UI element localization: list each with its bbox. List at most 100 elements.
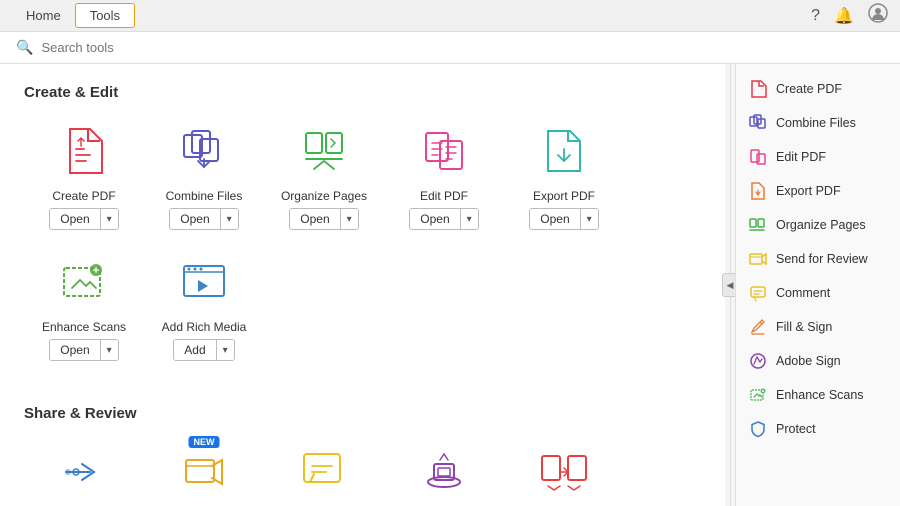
create-pdf-open-btn[interactable]: Open (50, 209, 99, 229)
sidebar-label-edit-pdf: Edit PDF (776, 150, 826, 164)
enhance-scans-btn-group: Open ▾ (49, 339, 118, 361)
tool-item-add-rich-media: Add Rich Media Add ▾ (144, 250, 264, 361)
sidebar-item-fill-sign[interactable]: Fill & Sign (736, 310, 900, 344)
sidebar-item-adobe-sign[interactable]: Adobe Sign (736, 344, 900, 378)
tools-grid-share-review: Send Files Send ▾ NEW (24, 440, 701, 506)
enhance-scans-icon (52, 250, 116, 314)
sidebar-label-adobe-sign: Adobe Sign (776, 354, 841, 368)
create-pdf-dropdown-btn[interactable]: ▾ (100, 209, 118, 229)
top-nav: Home Tools ? 🔔 (0, 0, 900, 32)
combine-files-btn-group: Open ▾ (169, 208, 238, 230)
add-rich-media-btn-group: Add ▾ (173, 339, 234, 361)
sidebar-organize-pages-icon (748, 215, 768, 235)
combine-files-label: Combine Files (166, 189, 243, 203)
divider-handle[interactable]: ◀ (725, 64, 735, 506)
section-share-review: Share & Review Send Files Send (24, 405, 701, 506)
add-rich-media-dropdown-btn[interactable]: ▾ (216, 340, 234, 360)
tool-item-enhance-scans: Enhance Scans Open ▾ (24, 250, 144, 361)
enhance-scans-label: Enhance Scans (42, 320, 126, 334)
edit-pdf-btn-group: Open ▾ (409, 208, 478, 230)
sidebar-item-organize-pages[interactable]: Organize Pages (736, 208, 900, 242)
sidebar-label-combine-files: Combine Files (776, 116, 856, 130)
create-pdf-icon (52, 119, 116, 183)
organize-pages-dropdown-btn[interactable]: ▾ (340, 209, 358, 229)
sidebar-enhance-scans-icon (748, 385, 768, 405)
add-rich-media-add-btn[interactable]: Add (174, 340, 215, 360)
nav-icons: ? 🔔 (811, 3, 888, 28)
create-pdf-label: Create PDF (52, 189, 115, 203)
export-pdf-icon (532, 119, 596, 183)
tool-item-combine-files: Combine Files Open ▾ (144, 119, 264, 230)
export-pdf-dropdown-btn[interactable]: ▾ (580, 209, 598, 229)
organize-pages-icon (292, 119, 356, 183)
sidebar-export-pdf-icon (748, 181, 768, 201)
export-pdf-open-btn[interactable]: Open (530, 209, 579, 229)
edit-pdf-open-btn[interactable]: Open (410, 209, 459, 229)
sidebar-item-export-pdf[interactable]: Export PDF (736, 174, 900, 208)
sidebar-item-combine-files[interactable]: Combine Files (736, 106, 900, 140)
share-files-icon-wrapper: NEW (172, 440, 236, 504)
sidebar-comment-icon (748, 283, 768, 303)
send-files-icon (52, 440, 116, 504)
edit-pdf-icon (412, 119, 476, 183)
tool-item-send-files: Send Files Send ▾ (24, 440, 144, 506)
create-pdf-btn-group: Open ▾ (49, 208, 118, 230)
notifications-icon[interactable]: 🔔 (834, 6, 854, 26)
tool-item-compare: Compare Open ▾ (504, 440, 624, 506)
tool-item-export-pdf: Export PDF Open ▾ (504, 119, 624, 230)
combine-files-open-btn[interactable]: Open (170, 209, 219, 229)
new-badge: NEW (189, 436, 220, 448)
sidebar-adobe-sign-icon (748, 351, 768, 371)
sidebar-label-comment: Comment (776, 286, 830, 300)
tools-grid-create-edit: Create PDF Open ▾ (24, 119, 701, 381)
tool-item-organize-pages: Organize Pages Open ▾ (264, 119, 384, 230)
sidebar-label-export-pdf: Export PDF (776, 184, 841, 198)
share-files-icon (172, 440, 236, 504)
sidebar-item-protect[interactable]: Protect (736, 412, 900, 446)
sidebar-combine-files-icon (748, 113, 768, 133)
sidebar-label-fill-sign: Fill & Sign (776, 320, 832, 334)
enhance-scans-open-btn[interactable]: Open (50, 340, 99, 360)
account-icon[interactable] (868, 3, 888, 28)
sidebar-item-send-for-review[interactable]: Send for Review (736, 242, 900, 276)
tool-item-edit-pdf: Edit PDF Open ▾ (384, 119, 504, 230)
sidebar-label-protect: Protect (776, 422, 816, 436)
combine-files-icon (172, 119, 236, 183)
tab-home[interactable]: Home (12, 3, 75, 28)
sidebar-protect-icon (748, 419, 768, 439)
nav-tabs: Home Tools (12, 3, 135, 28)
sidebar-create-pdf-icon (748, 79, 768, 99)
sidebar-item-edit-pdf[interactable]: Edit PDF (736, 140, 900, 174)
tab-tools[interactable]: Tools (75, 3, 135, 28)
sidebar-item-enhance-scans[interactable]: Enhance Scans (736, 378, 900, 412)
edit-pdf-dropdown-btn[interactable]: ▾ (460, 209, 478, 229)
search-bar: 🔍 (0, 32, 900, 64)
export-pdf-label: Export PDF (533, 189, 595, 203)
enhance-scans-dropdown-btn[interactable]: ▾ (100, 340, 118, 360)
organize-pages-btn-group: Open ▾ (289, 208, 358, 230)
tool-item-comment: Comment Open ▾ (264, 440, 384, 506)
content-area: Create & Edit Create PDF Open (0, 64, 725, 506)
search-input[interactable] (41, 40, 884, 55)
organize-pages-label: Organize Pages (281, 189, 367, 203)
sidebar-fill-sign-icon (748, 317, 768, 337)
tool-item-stamp: Stamp Open ▾ (384, 440, 504, 506)
tool-item-share-files: NEW Share Files Share ▾ (144, 440, 264, 506)
sidebar-item-create-pdf[interactable]: Create PDF (736, 72, 900, 106)
comment-icon (292, 440, 356, 504)
sidebar-label-enhance-scans: Enhance Scans (776, 388, 864, 402)
sidebar: Create PDF Combine Files Edit PDF Export… (735, 64, 900, 506)
sidebar-label-create-pdf: Create PDF (776, 82, 842, 96)
export-pdf-btn-group: Open ▾ (529, 208, 598, 230)
sidebar-edit-pdf-icon (748, 147, 768, 167)
search-icon: 🔍 (16, 39, 33, 56)
add-rich-media-label: Add Rich Media (162, 320, 247, 334)
organize-pages-open-btn[interactable]: Open (290, 209, 339, 229)
help-icon[interactable]: ? (811, 7, 820, 25)
section-create-edit: Create & Edit Create PDF Open (24, 84, 701, 381)
compare-icon (532, 440, 596, 504)
combine-files-dropdown-btn[interactable]: ▾ (220, 209, 238, 229)
sidebar-label-send-for-review: Send for Review (776, 252, 868, 266)
sidebar-item-comment[interactable]: Comment (736, 276, 900, 310)
sidebar-send-for-review-icon (748, 249, 768, 269)
